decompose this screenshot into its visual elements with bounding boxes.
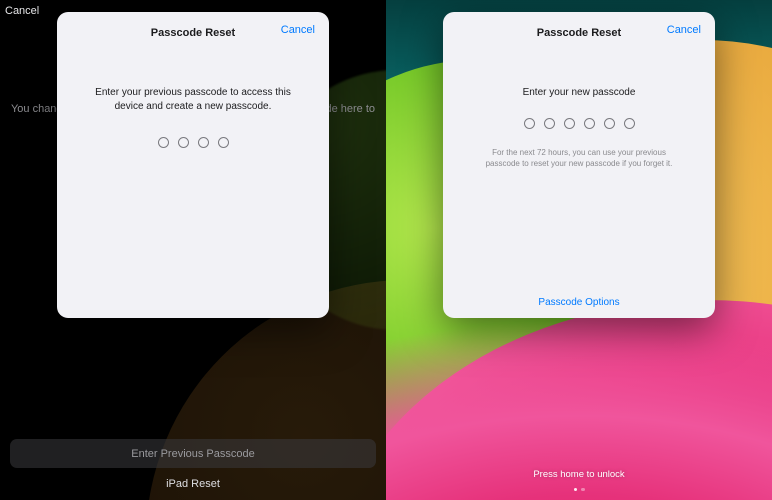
enter-previous-passcode-button[interactable]: Enter Previous Passcode: [10, 439, 376, 468]
passcode-reset-modal-previous: Passcode Reset Cancel Enter your previou…: [57, 12, 329, 318]
passcode-dot: [178, 137, 189, 148]
modal-instruction: Enter your previous passcode to access t…: [83, 86, 303, 113]
passcode-dot: [564, 118, 575, 129]
passcode-dot: [218, 137, 229, 148]
passcode-dots-6[interactable]: [524, 118, 635, 129]
ipad-reset-button[interactable]: iPad Reset: [10, 478, 376, 490]
left-bottom-controls: Enter Previous Passcode iPad Reset: [0, 439, 386, 500]
passcode-dot: [604, 118, 615, 129]
modal-subnote: For the next 72 hours, you can use your …: [479, 147, 679, 169]
passcode-options-button[interactable]: Passcode Options: [538, 297, 619, 308]
nav-cancel-button[interactable]: Cancel: [5, 5, 39, 17]
passcode-reset-modal-new: Passcode Reset Cancel Enter your new pas…: [443, 12, 715, 318]
modal-cancel-button[interactable]: Cancel: [667, 24, 701, 36]
modal-title: Passcode Reset: [151, 27, 235, 39]
passcode-dot: [584, 118, 595, 129]
press-home-label: Press home to unlock: [386, 469, 772, 480]
passcode-dot: [624, 118, 635, 129]
passcode-dot: [158, 137, 169, 148]
modal-body: Enter your previous passcode to access t…: [71, 42, 315, 308]
modal-cancel-button[interactable]: Cancel: [281, 24, 315, 36]
modal-instruction: Enter your new passcode: [523, 86, 636, 100]
right-screen: Passcode Reset Cancel Enter your new pas…: [386, 0, 772, 500]
passcode-dot: [544, 118, 555, 129]
modal-title: Passcode Reset: [537, 27, 621, 39]
modal-body: Enter your new passcode For the next 72 …: [457, 42, 701, 308]
modal-header: Passcode Reset Cancel: [71, 24, 315, 42]
passcode-dot: [198, 137, 209, 148]
enter-previous-passcode-label: Enter Previous Passcode: [131, 448, 255, 460]
passcode-dot: [524, 118, 535, 129]
passcode-dots-4[interactable]: [158, 137, 229, 148]
page-indicator[interactable]: [386, 488, 772, 492]
modal-header: Passcode Reset Cancel: [457, 24, 701, 42]
page-indicator-dot: [581, 488, 585, 492]
page-indicator-dot: [574, 488, 578, 492]
left-screen: Cancel You changed the passcode on anoth…: [0, 0, 386, 500]
